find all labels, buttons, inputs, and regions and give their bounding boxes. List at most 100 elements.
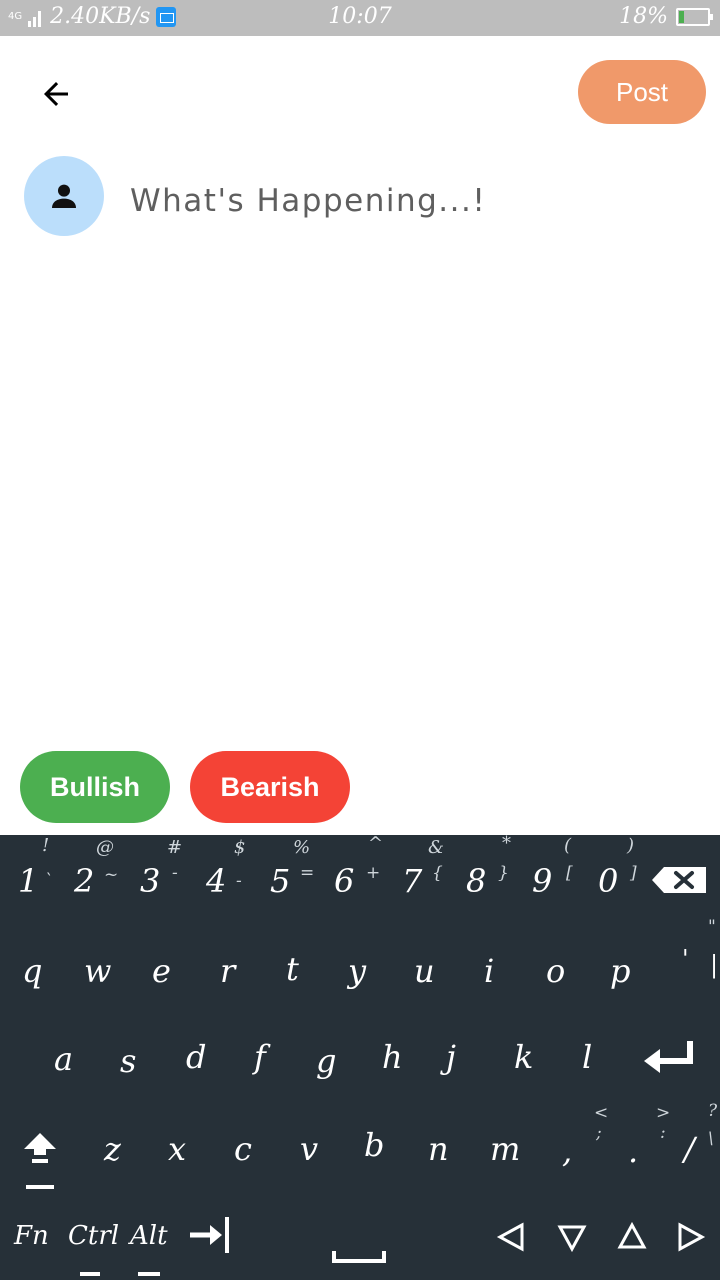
key-8[interactable]: 8 [466,865,486,897]
key-m[interactable]: m [490,1133,520,1165]
key-alt: ] [630,863,637,883]
key-symbol: ^ [368,833,384,854]
key-e[interactable]: e [152,955,171,987]
down-arrow-icon [557,1225,587,1253]
spacebar-icon [332,1251,386,1263]
key-7[interactable]: 7 [402,865,422,897]
ctrl-indicator [80,1272,100,1276]
key-symbol: ) [627,835,635,856]
key-symbol: ! [42,835,50,856]
key-apostrophe[interactable]: ' [682,943,689,975]
battery-icon [676,7,713,26]
backspace-icon [652,867,706,893]
key-h[interactable]: h [382,1041,403,1073]
key-quote: " [708,917,716,937]
tab-icon [190,1217,229,1253]
key-z[interactable]: z [104,1133,121,1165]
battery-percent: 18% [619,4,668,29]
left-arrow-icon [496,1222,524,1252]
back-button[interactable] [34,72,78,116]
shift-icon [24,1133,56,1189]
status-bar: 4G 2.40KB/s 10:07 18% [0,0,720,36]
key-symbol: ( [564,835,572,856]
key-alt: - [172,863,178,883]
ctrl-key[interactable]: Ctrl [68,1223,119,1249]
person-icon [52,184,76,208]
key-f[interactable]: f [254,1041,266,1073]
key-d[interactable]: d [186,1041,206,1073]
key-comma[interactable]: , [562,1135,572,1167]
key-4[interactable]: 4 [206,865,226,897]
key-symbol: $ [234,837,246,858]
key-pipe[interactable]: | [710,949,718,981]
battery-level [679,10,685,23]
key-alt: [ [566,863,573,883]
enter-icon [644,1041,693,1073]
key-n[interactable]: n [428,1133,449,1165]
key-0[interactable]: 0 [598,865,618,897]
right-arrow-key[interactable] [676,1221,706,1253]
key-p[interactable]: p [610,955,630,987]
key-s[interactable]: s [120,1045,136,1077]
key-y[interactable]: y [348,955,366,987]
key-period[interactable]: . [628,1135,638,1167]
left-arrow-key[interactable] [496,1221,526,1253]
key-alt: > [656,1103,671,1123]
key-alt: : [660,1123,666,1143]
key-alt: - [236,871,242,891]
key-9[interactable]: 9 [532,865,552,897]
fn-key[interactable]: Fn [14,1223,49,1249]
enter-key[interactable] [640,1035,700,1079]
backspace-key[interactable] [650,865,708,895]
key-alt: \ [708,1129,714,1149]
key-r[interactable]: r [220,955,235,987]
clock: 10:07 [328,4,392,29]
soft-keyboard: ! @ # $ % ^ & * ( ) 1 2 3 4 5 6 7 8 9 0 … [0,835,720,1280]
key-alt: < [594,1103,609,1123]
key-5[interactable]: 5 [270,865,290,897]
bullish-button[interactable]: Bullish [20,751,170,823]
key-l[interactable]: l [582,1041,592,1073]
key-symbol: # [167,837,183,858]
alt-indicator [138,1272,160,1276]
tab-key[interactable] [188,1215,232,1255]
key-a[interactable]: a [54,1043,73,1075]
key-v[interactable]: v [300,1133,318,1165]
key-symbol: % [293,837,311,858]
alt-key[interactable]: Alt [130,1223,168,1249]
key-alt: } [498,863,509,883]
key-w[interactable]: w [84,955,111,987]
key-b[interactable]: b [364,1129,384,1161]
up-arrow-key[interactable] [616,1221,648,1251]
key-x[interactable]: x [168,1133,186,1165]
status-right: 18% [619,4,713,29]
key-slash[interactable]: / [684,1133,695,1165]
right-arrow-icon [678,1222,706,1252]
key-symbol: @ [96,837,114,858]
key-1[interactable]: 1 [18,865,38,897]
post-button[interactable]: Post [578,60,706,124]
spacebar-key[interactable] [330,1245,388,1265]
key-c[interactable]: c [234,1133,252,1165]
avatar [24,156,104,236]
key-u[interactable]: u [414,955,435,987]
key-o[interactable]: o [546,955,565,987]
key-3[interactable]: 3 [140,865,160,897]
key-i[interactable]: i [484,955,494,987]
key-j[interactable]: j [446,1041,456,1073]
key-alt: ` [44,871,53,891]
key-6[interactable]: 6 [334,865,354,897]
key-alt: ? [708,1101,718,1121]
compose-input[interactable] [128,176,692,226]
key-alt: { [432,863,443,883]
key-alt: ; [596,1123,602,1143]
down-arrow-key[interactable] [556,1223,588,1253]
shift-key[interactable] [20,1131,60,1191]
key-g[interactable]: g [316,1045,336,1077]
key-k[interactable]: k [514,1041,533,1073]
key-t[interactable]: t [286,953,299,985]
key-2[interactable]: 2 [74,865,94,897]
key-q[interactable]: q [22,955,42,987]
bearish-button[interactable]: Bearish [190,751,350,823]
up-arrow-icon [617,1221,647,1249]
